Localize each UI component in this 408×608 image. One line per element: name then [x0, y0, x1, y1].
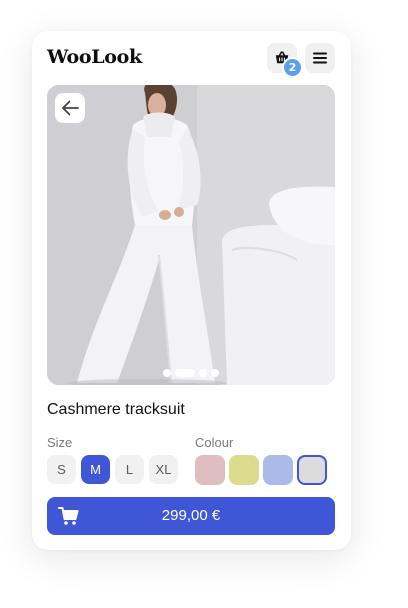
- back-button[interactable]: [55, 93, 85, 123]
- product-title: Cashmere tracksuit: [47, 401, 185, 418]
- colour-swatch-pink[interactable]: [195, 455, 225, 485]
- carousel-dot[interactable]: [199, 369, 207, 377]
- add-to-cart-button[interactable]: 299,00 €: [47, 497, 335, 535]
- size-option-s[interactable]: S: [47, 455, 76, 484]
- cart-button[interactable]: 2: [267, 43, 301, 76]
- colour-selector: [195, 455, 327, 485]
- product-image: [47, 85, 335, 385]
- cart-count-badge: 2: [284, 59, 301, 76]
- carousel-dot[interactable]: [163, 369, 171, 377]
- carousel-dot[interactable]: [211, 369, 219, 377]
- colour-swatch-yellow[interactable]: [229, 455, 259, 485]
- colour-swatch-grey[interactable]: [297, 455, 327, 485]
- colour-swatch-blue[interactable]: [263, 455, 293, 485]
- price: 299,00 €: [161, 507, 221, 524]
- header: WooLook 2: [47, 43, 335, 76]
- size-option-l[interactable]: L: [115, 455, 144, 484]
- product-photo: [47, 85, 335, 385]
- carousel-dot-active[interactable]: [175, 369, 195, 377]
- menu-button[interactable]: [305, 43, 335, 73]
- colour-label: Colour: [195, 435, 234, 450]
- logo: WooLook: [47, 46, 142, 68]
- product-card: WooLook 2 Cashmere tracksuit Size Colour…: [32, 31, 351, 550]
- size-option-xl[interactable]: XL: [149, 455, 178, 484]
- size-selector: S M L XL: [47, 455, 178, 484]
- hamburger-menu-icon: [313, 49, 327, 68]
- arrow-left-icon: [61, 100, 79, 116]
- size-option-m[interactable]: M: [81, 455, 110, 484]
- carousel-dots: [47, 369, 335, 377]
- size-label: Size: [47, 435, 73, 450]
